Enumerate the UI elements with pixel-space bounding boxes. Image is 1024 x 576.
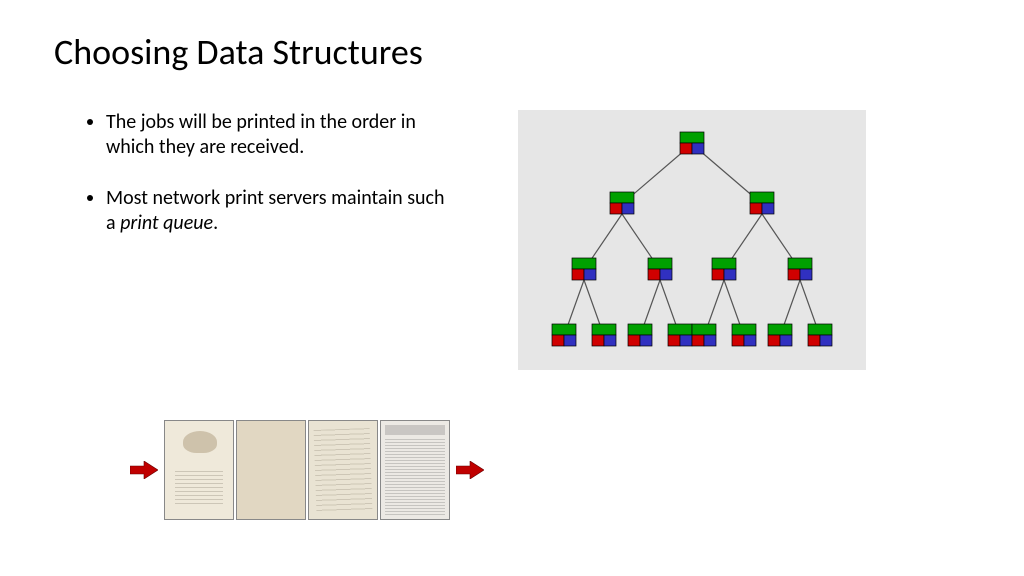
bullet-text-post: . xyxy=(213,211,218,235)
bullet-text-italic: print queue xyxy=(120,211,213,235)
queue-doc xyxy=(380,420,450,520)
slide: { "title": "Choosing Data Structures", "… xyxy=(0,0,1024,576)
bullet-item: The jobs will be printed in the order in… xyxy=(106,110,446,160)
queue-doc xyxy=(164,420,234,520)
arrow-in-icon xyxy=(130,461,158,479)
tree-svg xyxy=(518,110,866,370)
arrow-out-icon xyxy=(456,461,484,479)
slide-title: Choosing Data Structures xyxy=(54,30,423,74)
queue-documents xyxy=(164,420,450,520)
queue-doc xyxy=(236,420,306,520)
bullet-list: The jobs will be printed in the order in… xyxy=(86,110,446,262)
queue-doc xyxy=(308,420,378,520)
tree-diagram xyxy=(518,110,866,370)
print-queue-illustration xyxy=(130,420,484,520)
bullet-item: Most network print servers maintain such… xyxy=(106,186,446,236)
bullet-text: The jobs will be printed in the order in… xyxy=(106,110,416,159)
